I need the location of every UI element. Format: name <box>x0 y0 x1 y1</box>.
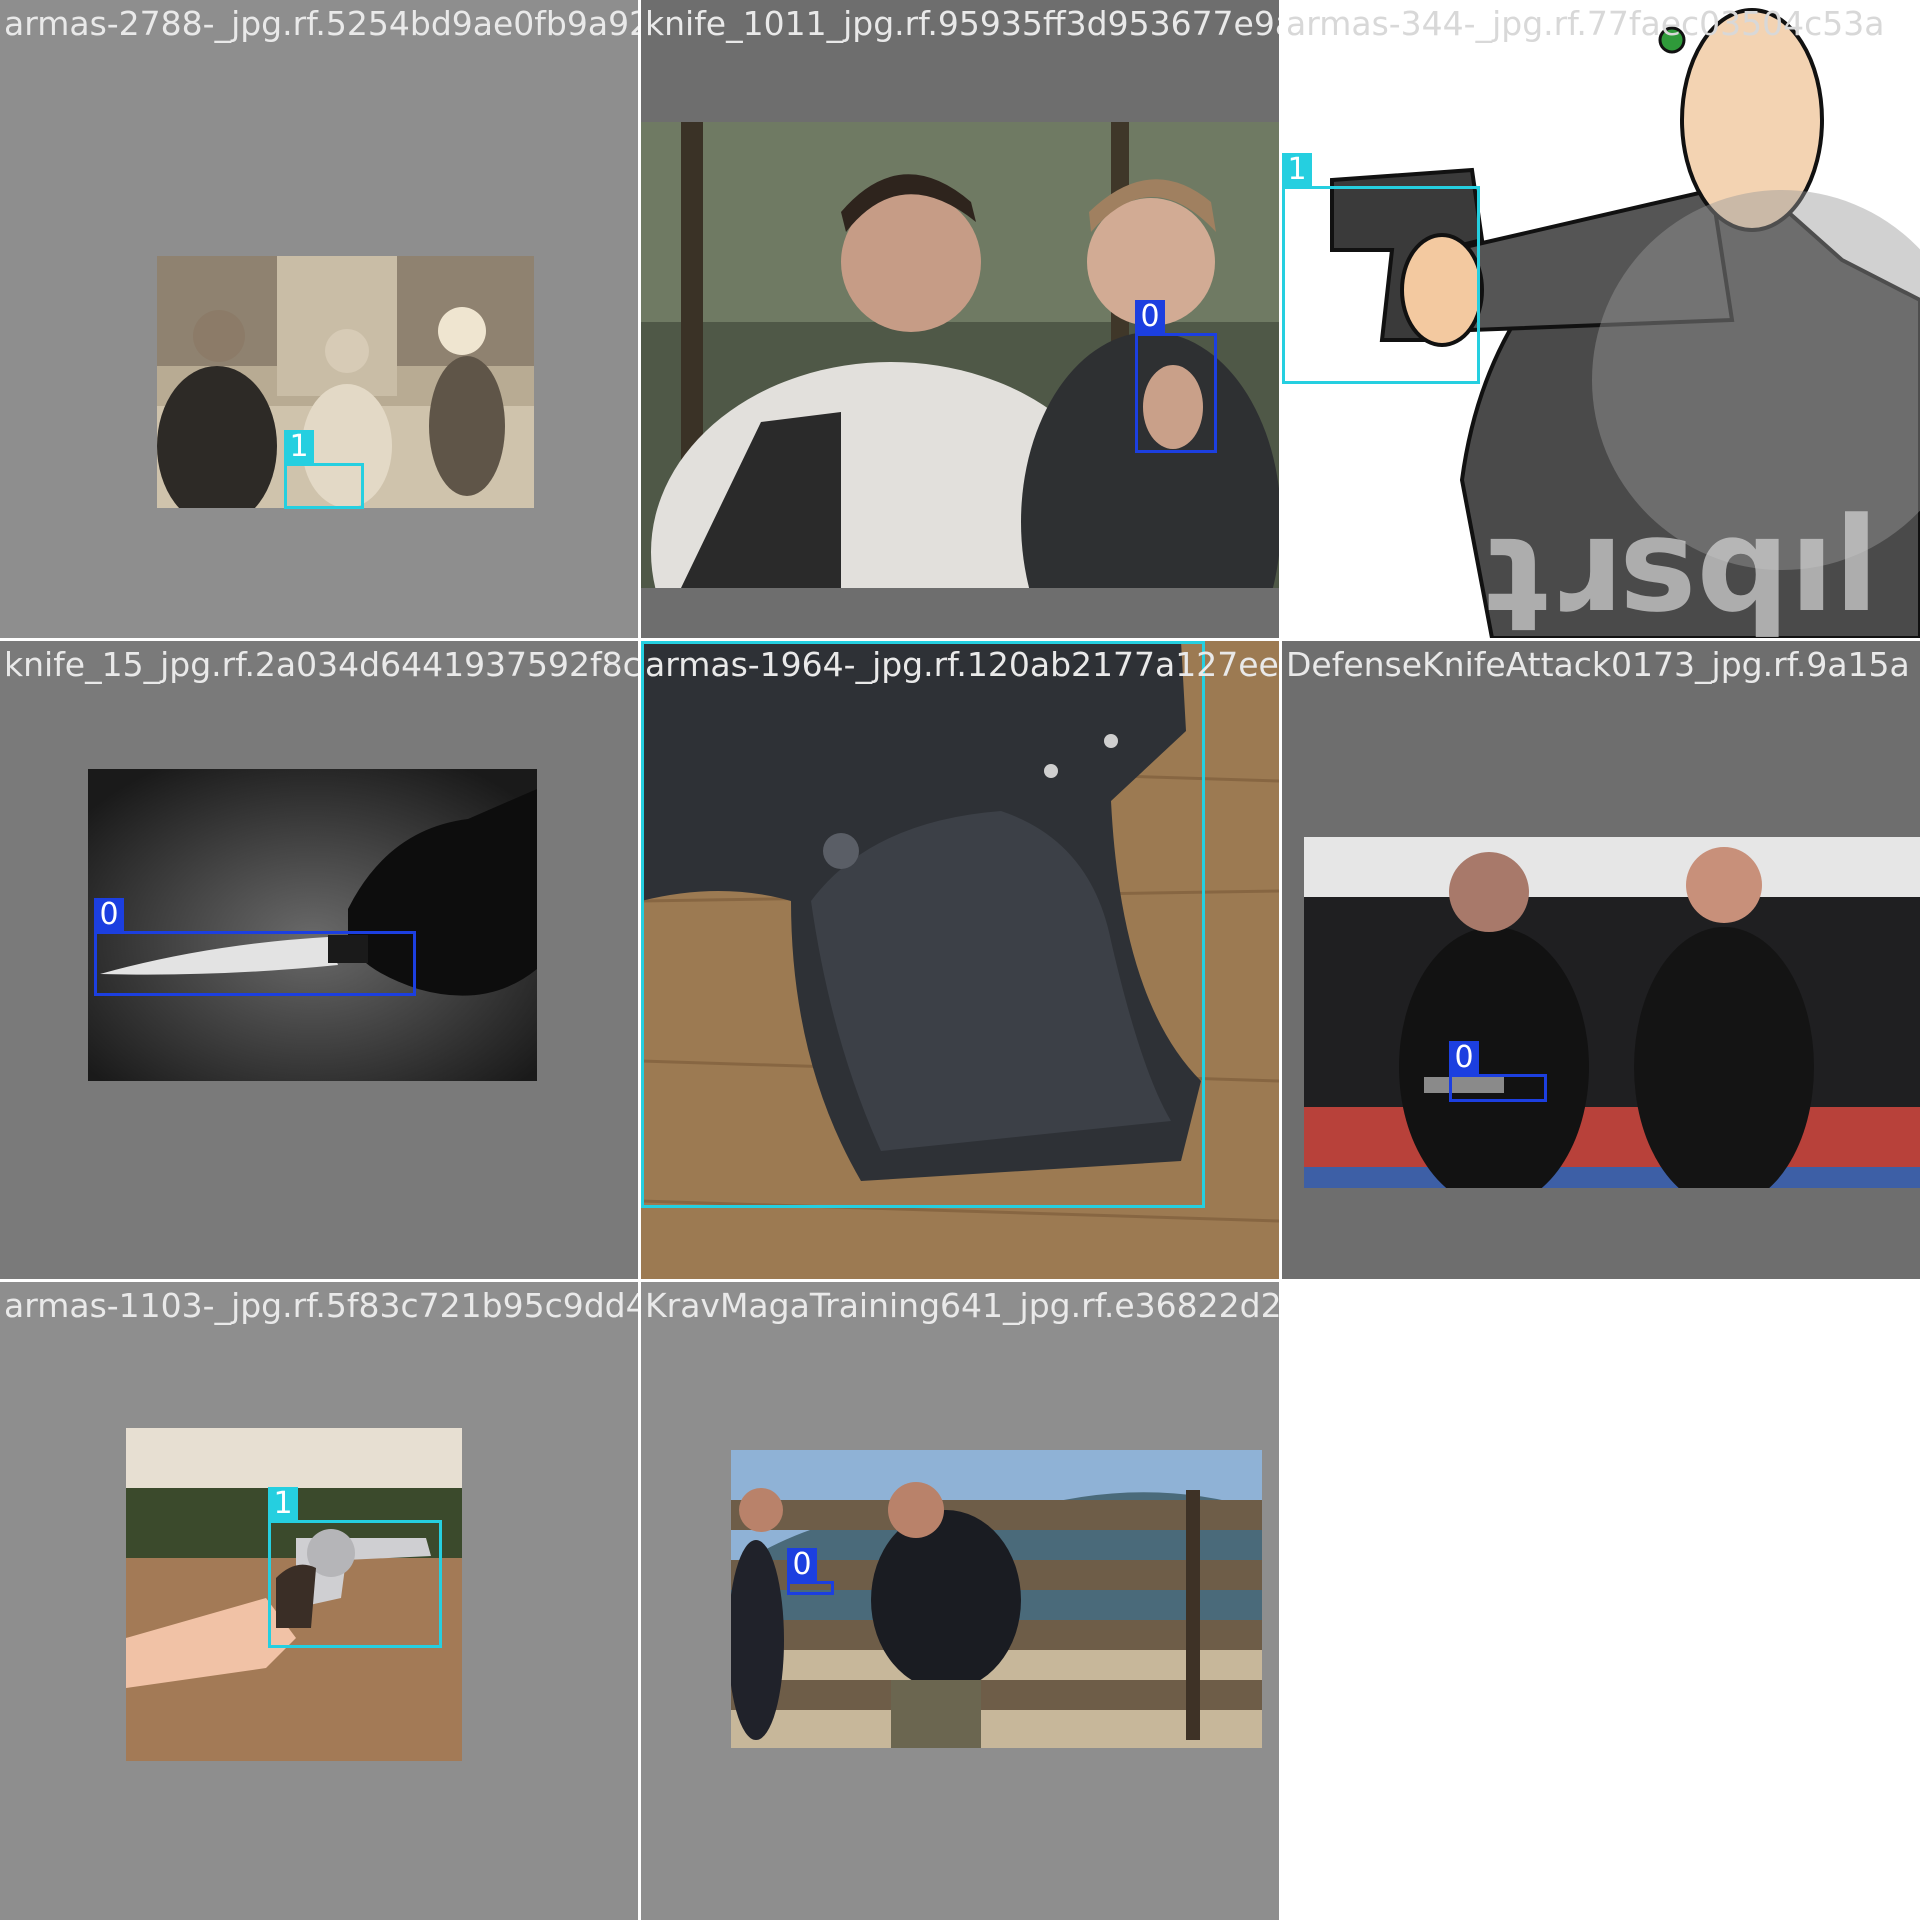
tile-4: knife_15_jpg.rf.2a034d6441937592f8c12e3 … <box>0 641 638 1279</box>
tile-1: armas-2788-_jpg.rf.5254bd9ae0fb9a92fdf42… <box>0 0 638 638</box>
tile-7: armas-1103-_jpg.rf.5f83c721b95c9dd4016dd… <box>0 1282 638 1920</box>
tile-title: KravMagaTraining641_jpg.rf.e36822d202e62 <box>645 1286 1279 1325</box>
tile-title: armas-2788-_jpg.rf.5254bd9ae0fb9a92fdf42 <box>4 4 638 43</box>
bbox-class-0: 0 <box>787 1548 834 1595</box>
bbox-class-0: 0 <box>1135 300 1217 453</box>
bbox-label: 0 <box>1135 300 1165 334</box>
photo-knife-defense <box>1304 837 1920 1188</box>
tile-title: armas-344-_jpg.rf.77faec03504c53a <box>1286 4 1885 43</box>
bbox-label: 0 <box>787 1548 817 1582</box>
photo-knife-dark <box>88 769 537 1081</box>
tile-title: knife_15_jpg.rf.2a034d6441937592f8c12e3 <box>4 645 638 684</box>
bbox-class-1: 1 <box>1282 153 1480 384</box>
bbox-class-1: 1 <box>641 641 1205 1208</box>
bbox-label: 1 <box>1282 153 1312 187</box>
bbox-label: 1 <box>268 1487 298 1521</box>
tile-5: armas-1964-_jpg.rf.120ab2177a127ee36fb81… <box>641 641 1279 1279</box>
svg-text:ʇɹsqıl: ʇɹsqıl <box>1487 489 1879 638</box>
bbox-class-0: 0 <box>1449 1041 1547 1102</box>
tile-title: armas-1964-_jpg.rf.120ab2177a127ee36fb81… <box>645 645 1279 684</box>
bbox-class-1: 1 <box>284 430 364 509</box>
tile-title: knife_1011_jpg.rf.95935ff3d953677e9a1933… <box>645 4 1279 43</box>
mosaic-grid: armas-2788-_jpg.rf.5254bd9ae0fb9a92fdf42… <box>0 0 1920 1920</box>
tile-title: armas-1103-_jpg.rf.5f83c721b95c9dd4016dd <box>4 1286 638 1325</box>
tile-3: armas-344-_jpg.rf.77faec03504c53a ʇɹsqıl… <box>1282 0 1920 638</box>
tile-8: KravMagaTraining641_jpg.rf.e36822d202e62 <box>641 1282 1279 1920</box>
tile-title: DefenseKnifeAttack0173_jpg.rf.9a15a <box>1286 645 1910 684</box>
bbox-class-0: 0 <box>94 898 416 996</box>
tile-empty <box>1282 1282 1920 1920</box>
bbox-label: 0 <box>1449 1041 1479 1075</box>
tile-6: DefenseKnifeAttack0173_jpg.rf.9a15a 0 <box>1282 641 1920 1279</box>
tile-2: knife_1011_jpg.rf.95935ff3d953677e9a1933… <box>641 0 1279 638</box>
photo-krav-maga <box>731 1450 1262 1748</box>
bbox-class-1: 1 <box>268 1487 442 1648</box>
bbox-label: 1 <box>284 430 314 464</box>
bbox-label: 1 <box>641 641 671 642</box>
bbox-label: 0 <box>94 898 124 932</box>
